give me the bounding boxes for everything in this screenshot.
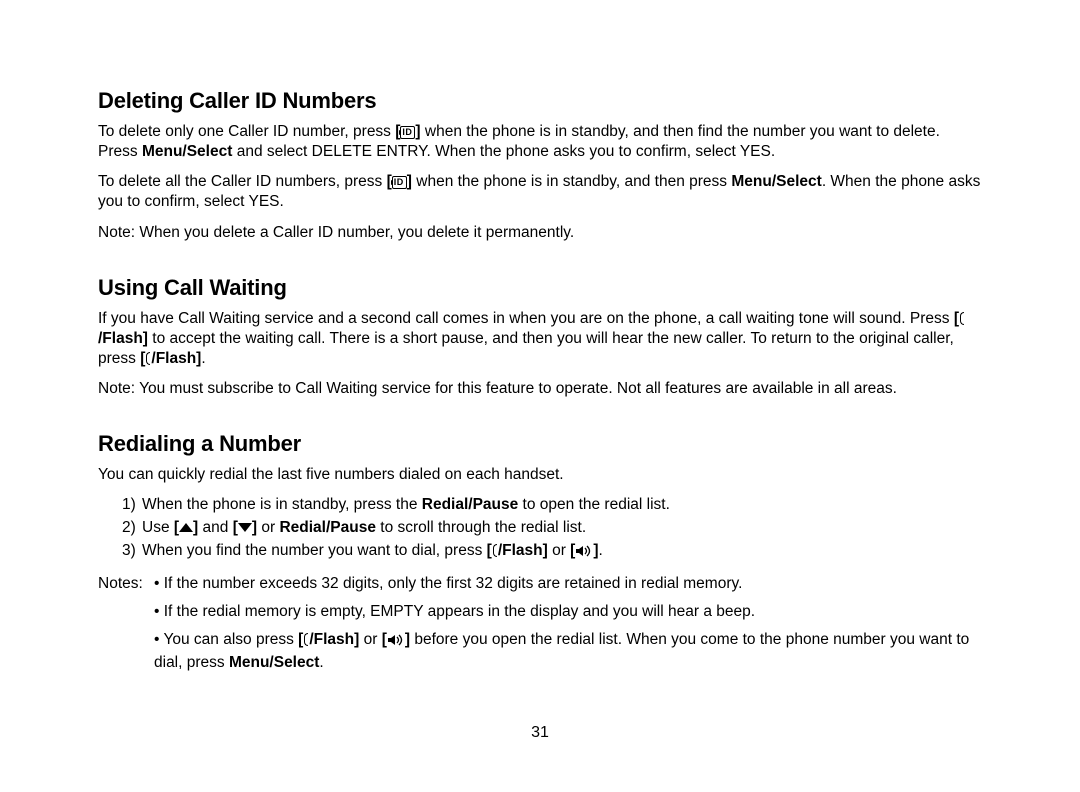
redial-pause-label: Redial/Pause bbox=[279, 519, 376, 536]
text: to scroll through the redial list. bbox=[376, 519, 586, 536]
text: and bbox=[198, 519, 232, 536]
up-key: [] bbox=[174, 519, 198, 536]
text: If the number exceeds 32 digits, only th… bbox=[164, 575, 743, 592]
text: If you have Call Waiting service and a s… bbox=[98, 310, 954, 327]
menu-select-label: Menu/Select bbox=[142, 143, 232, 160]
redial-pause-label: Redial/Pause bbox=[422, 496, 519, 513]
flash-label: /Flash] bbox=[498, 542, 548, 559]
flash-key: [/Flash] bbox=[140, 350, 201, 367]
para: To delete all the Caller ID numbers, pre… bbox=[98, 172, 982, 212]
flash-key: [/Flash] bbox=[487, 542, 548, 559]
heading-deleting: Deleting Caller ID Numbers bbox=[98, 88, 982, 114]
speaker-key: [] bbox=[382, 631, 410, 648]
text: or bbox=[359, 631, 381, 648]
note-item: • If the number exceeds 32 digits, only … bbox=[154, 574, 982, 594]
note-item: • You can also press [/Flash] or [] befo… bbox=[154, 630, 982, 672]
text: Use bbox=[142, 519, 174, 536]
text: When the phone is in standby, press the bbox=[142, 496, 422, 513]
id-icon-group: [ID] bbox=[387, 173, 412, 190]
list-number: 1) bbox=[122, 495, 142, 516]
flash-label: /Flash] bbox=[98, 330, 148, 347]
handset-icon bbox=[145, 351, 151, 365]
triangle-down-icon bbox=[238, 523, 252, 532]
para: You can quickly redial the last five num… bbox=[98, 465, 982, 485]
note-item: • If the redial memory is empty, EMPTY a… bbox=[154, 602, 982, 622]
text: or bbox=[548, 542, 570, 559]
heading-redialing: Redialing a Number bbox=[98, 431, 982, 457]
text: to open the redial list. bbox=[518, 496, 670, 513]
page-number: 31 bbox=[0, 724, 1080, 742]
text: To delete only one Caller ID number, pre… bbox=[98, 123, 395, 140]
speaker-icon bbox=[387, 632, 405, 652]
para: To delete only one Caller ID number, pre… bbox=[98, 122, 982, 162]
handset-icon bbox=[492, 543, 498, 557]
para-note: Note: When you delete a Caller ID number… bbox=[98, 223, 982, 243]
menu-select-label: Menu/Select bbox=[731, 173, 821, 190]
bullet-icon: • bbox=[154, 575, 164, 592]
id-icon-group: [ID] bbox=[395, 123, 420, 140]
notes-label: Notes: bbox=[98, 574, 154, 673]
flash-label: /Flash] bbox=[151, 350, 201, 367]
handset-icon bbox=[303, 632, 309, 646]
down-key: [] bbox=[233, 519, 257, 536]
para: If you have Call Waiting service and a s… bbox=[98, 309, 982, 369]
text: . bbox=[319, 654, 323, 671]
handset-icon bbox=[959, 311, 965, 325]
text: . bbox=[201, 350, 205, 367]
section-deleting-caller-id: Deleting Caller ID Numbers To delete onl… bbox=[98, 88, 982, 243]
list-number: 3) bbox=[122, 541, 142, 562]
section-redialing: Redialing a Number You can quickly redia… bbox=[98, 431, 982, 672]
text: . bbox=[599, 542, 603, 559]
list-item: 3)When you find the number you want to d… bbox=[122, 541, 982, 564]
text: to accept the waiting call. There is a s… bbox=[98, 330, 954, 367]
text: You can also press bbox=[163, 631, 298, 648]
heading-call-waiting: Using Call Waiting bbox=[98, 275, 982, 301]
para-note: Note: You must subscribe to Call Waiting… bbox=[98, 379, 982, 399]
text: and select DELETE ENTRY. When the phone … bbox=[232, 143, 775, 160]
text: or bbox=[257, 519, 279, 536]
text: To delete all the Caller ID numbers, pre… bbox=[98, 173, 387, 190]
text: when the phone is in standby, and then p… bbox=[412, 173, 731, 190]
speaker-key: [] bbox=[570, 542, 598, 559]
flash-label: /Flash] bbox=[309, 631, 359, 648]
menu-select-label: Menu/Select bbox=[229, 654, 319, 671]
list-number: 2) bbox=[122, 518, 142, 539]
speaker-icon bbox=[575, 543, 593, 564]
text: If the redial memory is empty, EMPTY app… bbox=[164, 603, 755, 620]
id-icon: ID bbox=[392, 176, 407, 189]
notes-block: Notes: • If the number exceeds 32 digits… bbox=[98, 574, 982, 673]
ordered-list: 1)When the phone is in standby, press th… bbox=[122, 495, 982, 564]
text: When you find the number you want to dia… bbox=[142, 542, 487, 559]
triangle-up-icon bbox=[179, 523, 193, 532]
bullet-icon: • bbox=[154, 603, 164, 620]
section-call-waiting: Using Call Waiting If you have Call Wait… bbox=[98, 275, 982, 400]
list-item: 1)When the phone is in standby, press th… bbox=[122, 495, 982, 516]
id-icon: ID bbox=[400, 126, 415, 139]
flash-key: [/Flash] bbox=[298, 631, 359, 648]
list-item: 2)Use [] and [] or Redial/Pause to scrol… bbox=[122, 518, 982, 539]
